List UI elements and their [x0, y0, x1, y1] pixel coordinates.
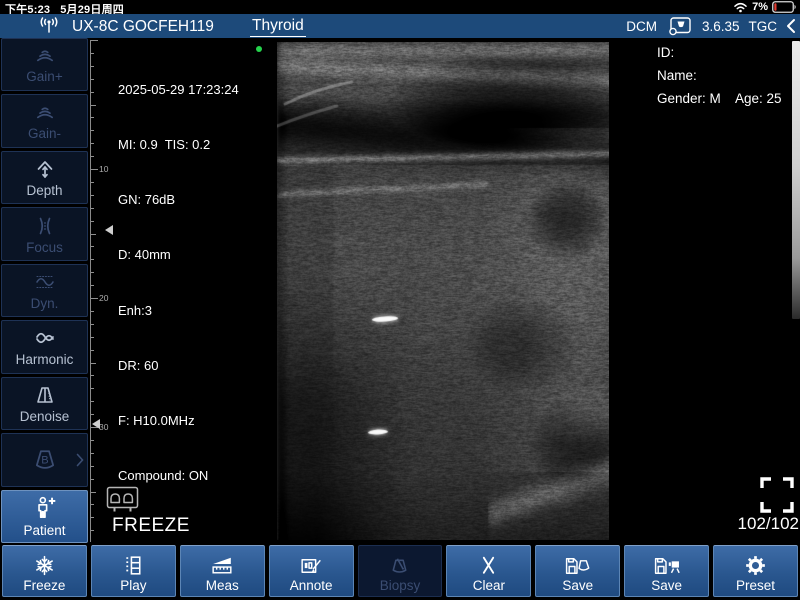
patient-age: Age: 25 — [735, 91, 782, 106]
toolbar-button-label: Freeze — [23, 578, 65, 593]
sidebar-item-label: Denoise — [20, 409, 70, 424]
param-depth: D: 40mm — [118, 246, 239, 264]
patient-id-label: ID: — [657, 45, 674, 60]
dcm-probe-icon[interactable] — [666, 16, 693, 36]
ios-status-bar: 下午5:23 5月29日周四 7% — [0, 0, 800, 14]
ultrasound-image[interactable] — [277, 42, 609, 540]
play-button[interactable]: Play — [91, 545, 176, 597]
harmonic-icon — [32, 326, 58, 350]
toolbar-button-label: Save — [562, 578, 593, 593]
sidebar-item-gain-plus[interactable]: Gain+ — [1, 38, 88, 91]
frame-counter: 102/102 — [738, 514, 799, 534]
denoise-icon — [32, 383, 58, 407]
bottom-toolbar: Freeze Play Meas — [2, 545, 798, 597]
patient-name-label: Name: — [657, 68, 697, 83]
sidebar-item-label: Harmonic — [16, 352, 74, 367]
fullscreen-button[interactable] — [760, 477, 794, 513]
device-name: UX-8C GOCFEH119 — [72, 18, 214, 36]
sidebar-item-harmonic[interactable]: Harmonic — [1, 320, 88, 373]
battery-low-icon — [772, 1, 797, 13]
save-image-button[interactable]: Save — [535, 545, 620, 597]
meas-button[interactable]: Meas — [180, 545, 265, 597]
gain-plus-icon — [32, 45, 58, 67]
sidebar-item-dynamic-range[interactable]: Dyn. — [1, 264, 88, 317]
sidebar-item-depth[interactable]: Depth — [1, 151, 88, 204]
sidebar: Gain+ Gain- Depth Focus — [1, 38, 88, 543]
focus-marker-icon — [105, 225, 113, 235]
sidebar-item-patient[interactable]: Patient — [1, 490, 88, 543]
focus-icon — [32, 214, 58, 238]
freeze-button[interactable]: Freeze — [2, 545, 87, 597]
freeze-status: FREEZE — [112, 515, 190, 537]
sidebar-item-label: Depth — [26, 183, 62, 198]
patient-gender: Gender: M — [657, 91, 721, 106]
toolbar-button-label: Annote — [290, 578, 333, 593]
dcm-label[interactable]: DCM — [626, 19, 657, 34]
biopsy-button[interactable]: Biopsy — [358, 545, 443, 597]
sidebar-item-label: Gain- — [28, 126, 61, 141]
probe-wireless-icon — [36, 17, 62, 35]
param-compound: Compound: ON — [118, 467, 239, 485]
wifi-icon — [733, 2, 748, 13]
expand-chevron-icon — [76, 453, 84, 467]
save-video-button[interactable]: Save — [624, 545, 709, 597]
sidebar-item-denoise[interactable]: Denoise — [1, 377, 88, 430]
sidebar-item-label: Focus — [26, 240, 63, 255]
software-version: 3.6.35 — [702, 19, 740, 34]
preset-gear-icon — [742, 554, 769, 577]
param-enhance: Enh:3 — [118, 302, 239, 320]
param-frequency: F: H10.0MHz — [118, 412, 239, 430]
exam-preset-tab[interactable]: Thyroid — [250, 17, 306, 37]
sidebar-item-label: Dyn. — [31, 296, 59, 311]
gain-minus-icon — [32, 102, 58, 124]
tgc-label[interactable]: TGC — [749, 19, 778, 34]
cine-probe-icon — [106, 486, 140, 514]
toolbar-button-label: Play — [120, 578, 146, 593]
save-video-icon — [653, 554, 680, 577]
toolbar-button-label: Save — [651, 578, 682, 593]
snowflake-icon — [31, 554, 58, 577]
tgc-chevron-icon[interactable] — [786, 18, 796, 34]
focus-marker-icon — [92, 419, 100, 429]
b-mode-icon: B — [30, 446, 60, 474]
param-dynamic-range: DR: 60 — [118, 357, 239, 375]
battery-percent: 7% — [752, 1, 768, 13]
param-gain: GN: 76dB — [118, 191, 239, 209]
annotate-icon — [298, 554, 325, 577]
measure-icon — [209, 554, 236, 577]
depth-icon — [32, 157, 58, 181]
sidebar-item-gain-minus[interactable]: Gain- — [1, 94, 88, 147]
app-header: UX-8C GOCFEH119 Thyroid DCM 3.6.35 TGC — [0, 14, 800, 38]
sidebar-item-label: Gain+ — [26, 69, 62, 84]
acquisition-timestamp: 2025-05-29 17:23:24 — [118, 81, 239, 99]
save-image-icon — [564, 554, 591, 577]
sidebar-item-b-mode[interactable]: B — [1, 433, 88, 486]
param-mi-tis: MI: 0.9 TIS: 0.2 — [118, 136, 239, 154]
b-mode-letter: B — [41, 455, 48, 467]
preset-button[interactable]: Preset — [713, 545, 798, 597]
patient-icon — [30, 495, 60, 521]
annote-button[interactable]: Annote — [269, 545, 354, 597]
sidebar-item-label: Patient — [23, 523, 65, 538]
image-parameters: 2025-05-29 17:23:24 MI: 0.9 TIS: 0.2 GN:… — [118, 44, 239, 504]
cine-play-icon — [120, 554, 147, 577]
dynamic-range-icon — [32, 270, 58, 294]
depth-ruler: 102030 — [90, 40, 113, 542]
clear-x-icon — [475, 554, 502, 577]
clear-button[interactable]: Clear — [446, 545, 531, 597]
toolbar-button-label: Biopsy — [380, 578, 421, 593]
toolbar-button-label: Clear — [473, 578, 505, 593]
biopsy-icon — [386, 554, 413, 577]
toolbar-button-label: Meas — [206, 578, 239, 593]
toolbar-button-label: Preset — [736, 578, 775, 593]
tgc-panel-handle[interactable] — [792, 41, 800, 319]
live-status-dot — [256, 46, 262, 52]
sidebar-item-focus[interactable]: Focus — [1, 207, 88, 260]
